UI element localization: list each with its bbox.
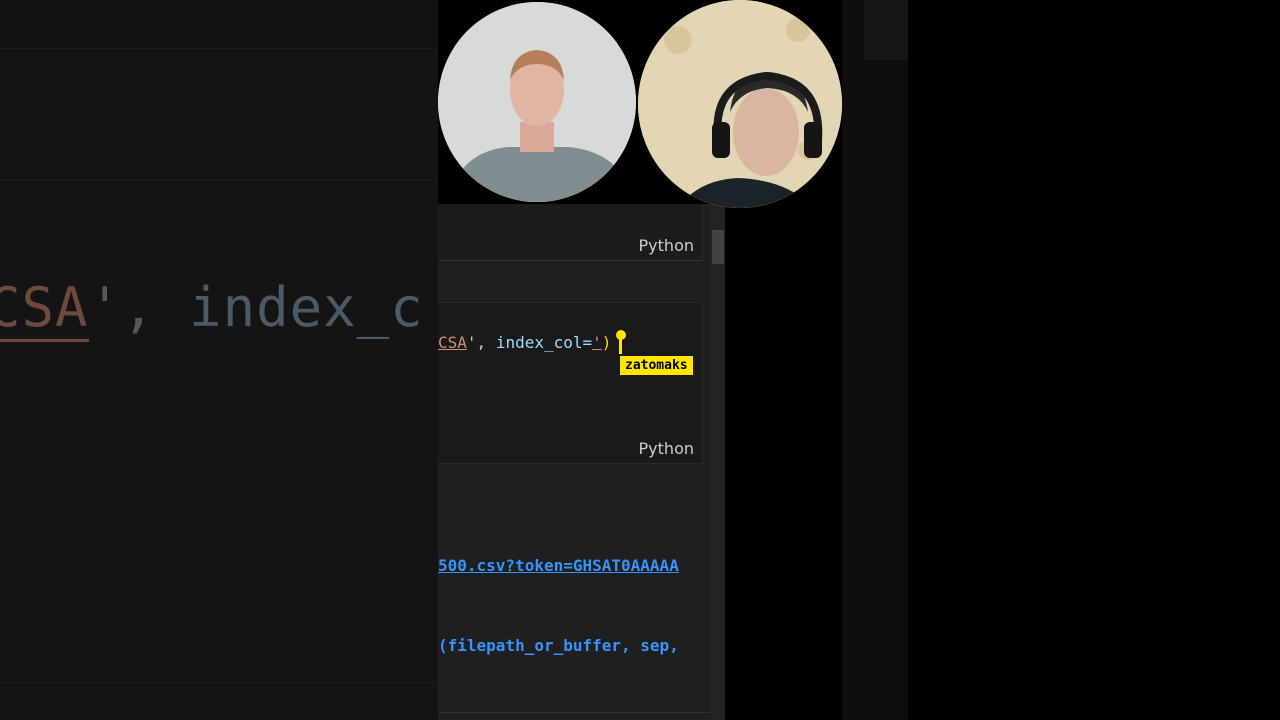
function-signature: (filepath_or_buffer, sep,	[438, 636, 679, 655]
scrollbar-track[interactable]	[710, 204, 725, 720]
code-close-paren: )	[601, 333, 612, 352]
scrollbar-thumb[interactable]	[712, 230, 724, 264]
code-string: CSA	[438, 333, 467, 352]
webcam-participant-2	[638, 0, 842, 208]
zoomed-kwarg: index_c	[189, 276, 424, 339]
code-cell-1[interactable]: Python	[438, 204, 703, 261]
zoomed-code-line: CSA', index_c	[0, 276, 424, 342]
collaborator-name-badge: zatomaks	[620, 356, 693, 375]
code-quote: '	[592, 333, 602, 352]
person-with-headphones-icon	[638, 0, 842, 208]
collaborator-caret	[619, 334, 622, 354]
cell-divider	[438, 712, 710, 713]
background-tab	[864, 0, 908, 60]
notebook-panel: Python CSA', index_col=') Python zatomak…	[438, 204, 725, 720]
zoomed-background: CSA', index_c	[0, 0, 438, 720]
right-background	[842, 0, 908, 720]
background-divider-bottom	[0, 682, 438, 683]
zoomed-punct: ',	[88, 276, 156, 339]
code-punct: ',	[466, 333, 496, 352]
cell-language-label[interactable]: Python	[639, 439, 694, 458]
person-avatar-icon	[438, 2, 636, 202]
code-cell-2[interactable]: CSA', index_col=') Python	[438, 302, 703, 464]
webcam-participant-1	[438, 2, 636, 202]
code-kwarg: index_col=	[495, 333, 593, 352]
background-divider	[0, 180, 438, 181]
zoomed-string: CSA	[0, 276, 89, 342]
code-line[interactable]: CSA', index_col=')	[438, 333, 611, 352]
background-band-top	[0, 0, 438, 49]
output-link[interactable]: 500.csv?token=GHSAT0AAAAA	[438, 556, 679, 575]
cell-language-label[interactable]: Python	[639, 236, 694, 255]
